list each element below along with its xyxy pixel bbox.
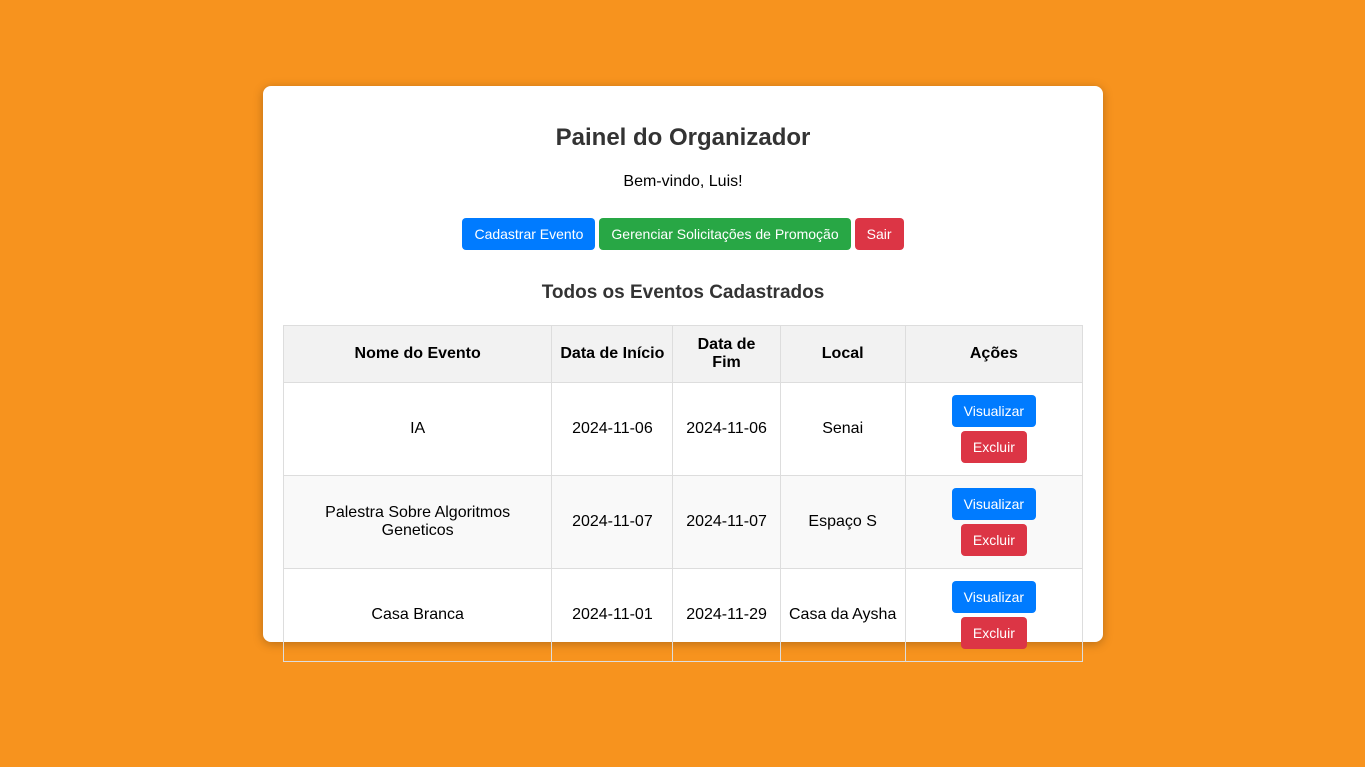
column-header-local: Local — [779, 325, 906, 383]
event-local-cell: Senai — [779, 382, 906, 476]
delete-event-button[interactable]: Excluir — [960, 524, 1027, 556]
register-event-button[interactable]: Cadastrar Evento — [462, 218, 596, 250]
event-end-cell: 2024-11-06 — [672, 382, 781, 476]
welcome-message: Bem-vindo, Luis! — [623, 173, 743, 190]
events-section-title: Todos os Eventos Cadastrados — [541, 282, 825, 303]
table-row: Palestra Sobre Algoritmos Geneticos 2024… — [282, 475, 1084, 569]
manage-promotion-requests-button[interactable]: Gerenciar Solicitações de Promoção — [599, 218, 851, 250]
event-start-cell: 2024-11-01 — [551, 568, 674, 662]
table-header-row: Nome do Evento Data de Início Data de Fi… — [282, 325, 1084, 383]
event-local-cell: Casa da Aysha — [779, 568, 906, 662]
event-actions-cell: Visualizar Excluir — [904, 475, 1084, 569]
delete-event-button[interactable]: Excluir — [960, 431, 1027, 463]
column-header-end: Data de Fim — [672, 325, 781, 383]
view-event-button[interactable]: Visualizar — [951, 395, 1037, 427]
organizer-panel-card: Painel do Organizador Bem-vindo, Luis! C… — [263, 86, 1103, 662]
action-bar: Cadastrar Evento Gerenciar Solicitações … — [263, 218, 1103, 250]
event-name-cell: Casa Branca — [282, 568, 553, 662]
table-row: Casa Branca 2024-11-01 2024-11-29 Casa d… — [282, 568, 1084, 662]
event-actions-cell: Visualizar Excluir — [904, 382, 1084, 476]
column-header-actions: Ações — [904, 325, 1084, 383]
event-end-cell: 2024-11-29 — [672, 568, 781, 662]
page-title: Painel do Organizador — [555, 124, 811, 151]
event-start-cell: 2024-11-07 — [551, 475, 674, 569]
view-event-button[interactable]: Visualizar — [951, 488, 1037, 520]
event-name-cell: IA — [282, 382, 553, 476]
view-event-button[interactable]: Visualizar — [951, 581, 1037, 613]
event-start-cell: 2024-11-06 — [551, 382, 674, 476]
column-header-start: Data de Início — [551, 325, 674, 383]
event-end-cell: 2024-11-07 — [672, 475, 781, 569]
column-header-name: Nome do Evento — [282, 325, 553, 383]
events-table: Nome do Evento Data de Início Data de Fi… — [282, 325, 1084, 662]
logout-button[interactable]: Sair — [854, 218, 904, 250]
event-name-cell: Palestra Sobre Algoritmos Geneticos — [282, 475, 553, 569]
table-row: IA 2024-11-06 2024-11-06 Senai Visualiza… — [282, 382, 1084, 476]
event-local-cell: Espaço S — [779, 475, 906, 569]
delete-event-button[interactable]: Excluir — [960, 617, 1027, 649]
event-actions-cell: Visualizar Excluir — [904, 568, 1084, 662]
